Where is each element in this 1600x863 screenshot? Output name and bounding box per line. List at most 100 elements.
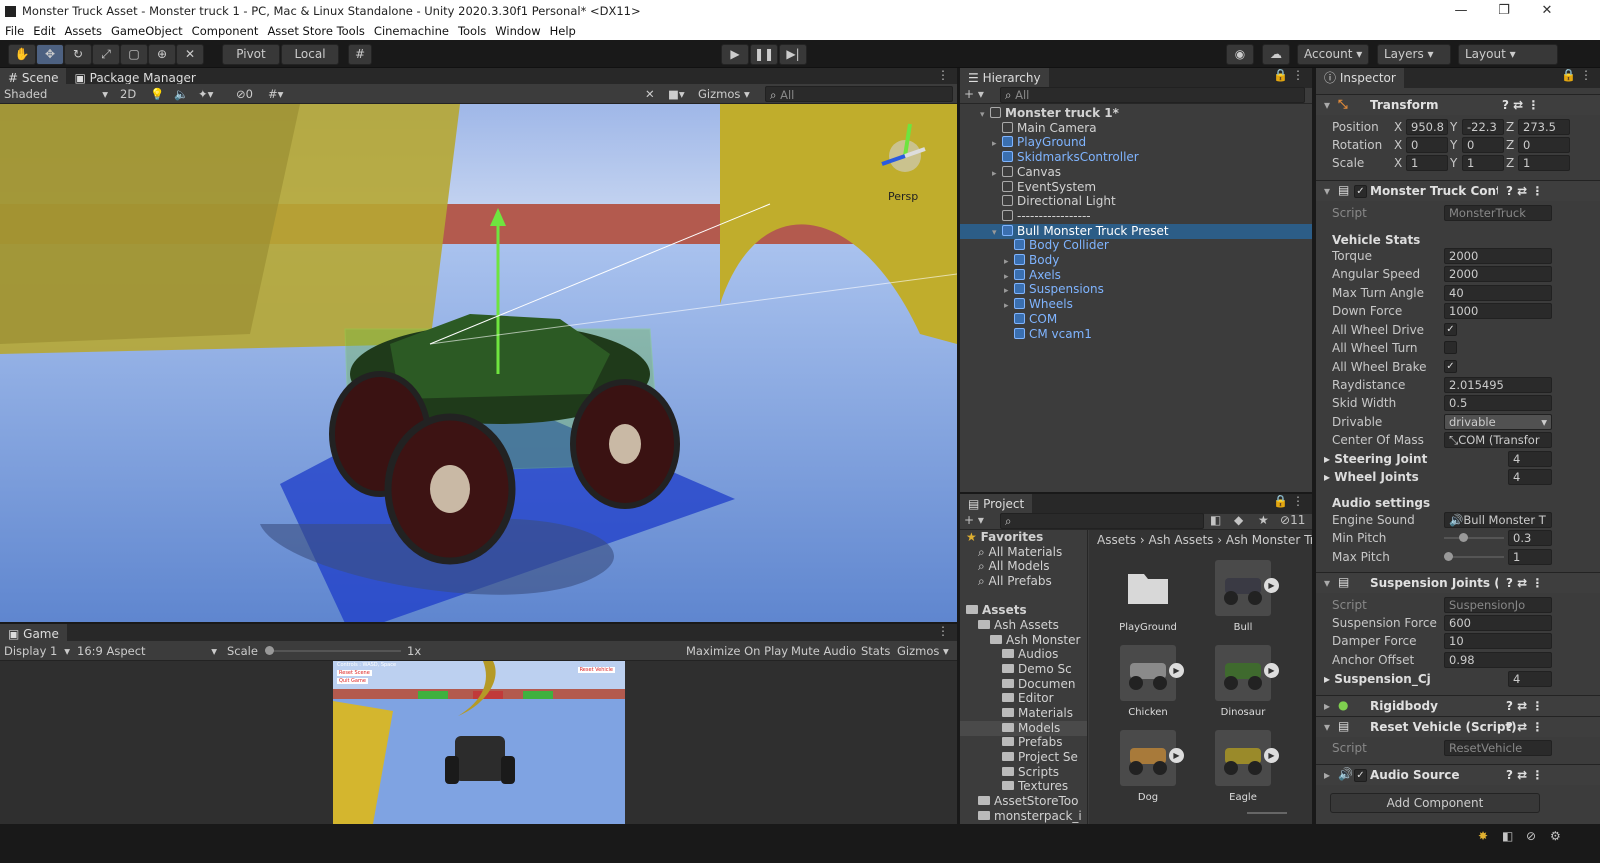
project-tree-item[interactable]: Textures	[1002, 779, 1087, 794]
monster-truck-control-header[interactable]: ▾ ▤ ✓ Monster Truck Control ? ⇄ ⋮	[1316, 180, 1600, 201]
menu-edit[interactable]: Edit	[33, 24, 55, 38]
mute-audio-toggle[interactable]: Mute Audio	[791, 643, 856, 659]
project-tree-item[interactable]: AssetStoreToo	[978, 794, 1087, 809]
hierarchy-row[interactable]: ▸ Wheels	[960, 297, 1312, 312]
project-tree-item[interactable]: Project Se	[1002, 750, 1087, 765]
display-dropdown[interactable]: Display 1 ▾	[4, 643, 70, 659]
effects-icon[interactable]: ✦▾	[198, 86, 213, 102]
position-y-field[interactable]: -22.3	[1462, 119, 1504, 135]
layout-dropdown[interactable]: Layout ▾	[1458, 44, 1558, 65]
project-tree-item[interactable]: ★ Favorites	[966, 530, 1087, 545]
layers-dropdown[interactable]: Layers ▾	[1377, 44, 1451, 65]
project-tree-item[interactable]: Audios	[1002, 647, 1087, 662]
menu-tools[interactable]: Tools	[458, 24, 486, 38]
rigidbody-header[interactable]: ▸ ● Rigidbody ? ⇄ ⋮	[1316, 695, 1600, 716]
suspension-force-field[interactable]: 600	[1444, 615, 1552, 631]
shading-dropdown[interactable]: Shaded ▾	[4, 86, 108, 102]
anchor-offset-field[interactable]: 0.98	[1444, 652, 1552, 668]
preview-play-icon[interactable]: ▶	[1264, 748, 1279, 763]
project-tree-item[interactable]: Documen	[1002, 677, 1087, 692]
project-menu-icon[interactable]: 🔒 ⋮	[1273, 494, 1304, 508]
maximize-on-play-toggle[interactable]: Maximize On Play	[686, 643, 788, 659]
menu-component[interactable]: Component	[192, 24, 259, 38]
hierarchy-row[interactable]: ▾ Monster truck 1*	[960, 106, 1312, 121]
preview-play-icon[interactable]: ▶	[1169, 748, 1184, 763]
scale-slider[interactable]	[265, 643, 401, 659]
help-icon[interactable]: ? ⇄ ⋮	[1506, 720, 1543, 734]
help-icon[interactable]: ? ⇄ ⋮	[1506, 576, 1543, 590]
foldout-arrow-icon[interactable]: ▸	[1324, 699, 1330, 713]
suspension-joints-header[interactable]: ▾ ▤ Suspension Joints (Sc ? ⇄ ⋮	[1316, 572, 1600, 593]
foldout-arrow-icon[interactable]: ▾	[1324, 720, 1330, 734]
raydistance-field[interactable]: 2.015495	[1444, 377, 1552, 393]
min-pitch-slider[interactable]	[1444, 530, 1504, 546]
wheel-joints-foldout[interactable]: ▸ Wheel Joints	[1324, 470, 1419, 484]
hand-tool-icon[interactable]: ✋	[8, 44, 36, 65]
rect-tool-icon[interactable]: ▢	[120, 44, 148, 65]
foldout-arrow-icon[interactable]: ▸	[1324, 768, 1330, 782]
tab-project[interactable]: ▤ Project	[960, 494, 1033, 514]
preview-play-icon[interactable]: ▶	[1264, 578, 1279, 593]
project-tree-item[interactable]: Ash Monster	[990, 633, 1087, 648]
audio-source-header[interactable]: ▸ 🔊 ✓ Audio Source ? ⇄ ⋮	[1316, 764, 1600, 785]
project-search-input[interactable]: ⌕	[1000, 513, 1204, 529]
lighting-icon[interactable]: 💡	[150, 86, 164, 102]
transform-header[interactable]: ▾ ⤡ Transform ? ⇄ ⋮	[1316, 94, 1600, 115]
pause-button[interactable]: ❚❚	[750, 44, 778, 65]
search-by-type-icon[interactable]: ◧	[1210, 513, 1221, 527]
hierarchy-row[interactable]: CM vcam1	[960, 327, 1312, 342]
cloud-icon[interactable]: ☁	[1262, 44, 1290, 65]
breadcrumb-item[interactable]: Assets	[1097, 533, 1136, 547]
project-tree-item[interactable]: Prefabs	[1002, 735, 1087, 750]
slider-knob[interactable]	[1459, 533, 1469, 542]
drivable-dropdown[interactable]: drivable ▾	[1444, 414, 1552, 430]
foldout-arrow-icon[interactable]: ▾	[1324, 184, 1330, 198]
hierarchy-search-input[interactable]: ⌕ All	[1000, 87, 1305, 103]
suspension-cj-foldout[interactable]: ▸ Suspension_Cj	[1324, 672, 1431, 686]
preview-play-icon[interactable]: ▶	[1264, 663, 1279, 678]
camera-icon[interactable]: ■▾	[668, 86, 685, 102]
hidden-objects-icon[interactable]: ⊘0	[236, 86, 253, 102]
audio-source-enabled-checkbox[interactable]: ✓	[1354, 769, 1367, 782]
hierarchy-row[interactable]: ▸ Suspensions	[960, 282, 1312, 297]
hierarchy-row[interactable]: Body Collider	[960, 238, 1312, 253]
collab-icon[interactable]: ◉	[1226, 44, 1254, 65]
help-icon[interactable]: ? ⇄ ⋮	[1506, 699, 1543, 713]
project-tree-item[interactable]: Scripts	[1002, 765, 1087, 780]
minimize-button[interactable]: —	[1439, 0, 1483, 22]
game-gizmos-dropdown[interactable]: Gizmos ▾	[897, 643, 953, 659]
hierarchy-row[interactable]: Directional Light	[960, 194, 1312, 209]
favorite-star-icon[interactable]: ★	[1258, 513, 1269, 527]
asset-tile[interactable]: ▶ Bull	[1208, 560, 1279, 633]
reset-vehicle-header[interactable]: ▾ ▤ Reset Vehicle (Script) ? ⇄ ⋮	[1316, 716, 1600, 737]
scale-tool-icon[interactable]: ⤢	[92, 44, 120, 65]
hierarchy-row[interactable]: SkidmarksController	[960, 150, 1312, 165]
slider-knob[interactable]	[1444, 552, 1453, 561]
inspector-menu-icon[interactable]: 🔒 ⋮	[1561, 68, 1592, 82]
menu-file[interactable]: File	[5, 24, 24, 38]
project-tree-item[interactable]: Materials	[1002, 706, 1087, 721]
asset-tile[interactable]: ▶ Dog	[1113, 730, 1184, 803]
center-of-mass-field[interactable]: ⤡COM (Transfor	[1444, 432, 1552, 448]
angular-speed-field[interactable]: 2000	[1444, 266, 1552, 282]
add-component-button[interactable]: Add Component	[1330, 793, 1540, 813]
project-tree-item[interactable]: monsterpack_i	[978, 809, 1087, 824]
hud-reset-vehicle[interactable]: Reset Vehicle	[577, 667, 615, 673]
local-toggle[interactable]: Local	[281, 44, 339, 65]
suspension-cj-count[interactable]: 4	[1508, 671, 1552, 687]
maximize-button[interactable]: ❐	[1482, 0, 1526, 22]
asset-tile[interactable]: ▶ Chicken	[1113, 645, 1184, 718]
project-tree-item[interactable]: ⌕ All Models	[978, 559, 1087, 574]
steering-joint-foldout[interactable]: ▸ Steering Joint	[1324, 452, 1427, 466]
asset-tile[interactable]: PlayGround	[1113, 560, 1183, 633]
move-tool-icon[interactable]: ✥	[36, 44, 64, 65]
scene-search-input[interactable]: ⌕ All	[765, 86, 953, 102]
torque-field[interactable]: 2000	[1444, 248, 1552, 264]
aspect-dropdown[interactable]: 16:9 Aspect ▾	[77, 643, 217, 659]
search-by-label-icon[interactable]: ◆	[1234, 513, 1243, 527]
hierarchy-row[interactable]: EventSystem	[960, 180, 1312, 195]
foldout-arrow-icon[interactable]: ▾	[1324, 576, 1330, 590]
position-z-field[interactable]: 273.5	[1518, 119, 1570, 135]
game-menu-icon[interactable]: ⋮	[937, 624, 949, 638]
mode-2d-toggle[interactable]: 2D	[120, 86, 136, 102]
